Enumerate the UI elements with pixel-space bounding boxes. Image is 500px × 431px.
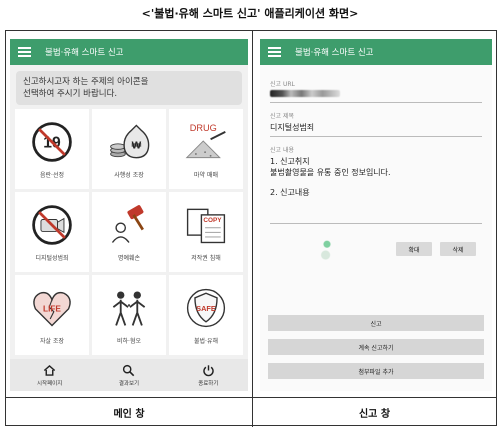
nav-label: 시작페이지 — [37, 380, 63, 387]
url-label: 신고 URL — [270, 81, 295, 88]
category-label: 자살 조장 — [40, 338, 64, 345]
menu-icon[interactable] — [268, 47, 281, 57]
content-label: 신고 내용 — [270, 147, 294, 154]
row-divider — [6, 397, 496, 398]
url-field[interactable] — [270, 88, 482, 103]
category-defamation[interactable]: 명예훼손 — [92, 192, 166, 272]
column-divider — [252, 31, 253, 427]
report-screen: 불법·유해 스마트 신고 신고 URL 신고 제목 디지털성범죄 신고 내용 1… — [260, 39, 492, 391]
menu-icon[interactable] — [18, 47, 31, 57]
content-field[interactable]: 1. 신고취지 불법촬영물을 유통 중인 정보입니다. 2. 신고내용 — [270, 154, 482, 224]
svg-text:₩: ₩ — [132, 140, 142, 151]
category-grid: 19 음란·선정 ₩ 사행성 조장 DRUG — [15, 109, 243, 355]
nav-exit[interactable]: 종료하기 — [169, 359, 248, 391]
no-19-icon: 19 — [32, 122, 72, 162]
zoom-button[interactable]: 확대 — [396, 242, 432, 256]
app-title: 불법·유해 스마트 신고 — [45, 48, 124, 58]
category-label: 사행성 조장 — [114, 172, 144, 179]
main-screen: 불법·유해 스마트 신고 신고하시고자 하는 주제의 아이콘을 선택하여 주시기 … — [10, 39, 248, 391]
category-label: 비하·혐오 — [117, 338, 141, 345]
attachment-thumbnail[interactable] — [320, 237, 334, 261]
category-illegal-harmful[interactable]: SAFE 불법·유해 — [169, 275, 243, 355]
category-drug[interactable]: DRUG 마약 매매 — [169, 109, 243, 189]
category-label: 명예훼손 — [117, 255, 141, 262]
delete-button[interactable]: 삭제 — [440, 242, 476, 256]
add-attachment-button[interactable]: 첨부파일 추가 — [268, 363, 484, 379]
money-bag-icon: ₩ — [110, 124, 150, 159]
home-icon — [43, 364, 56, 376]
nav-label: 종료하기 — [198, 380, 219, 387]
search-icon — [123, 364, 135, 376]
instruction-notice: 신고하시고자 하는 주제의 아이콘을 선택하여 주시기 바랍니다. — [16, 71, 242, 105]
page-caption: <'불법·유해 스마트 신고' 애플리케이션 화면> — [141, 7, 359, 20]
category-suicide[interactable]: LIFE 자살 조장 — [15, 275, 89, 355]
svg-text:COPY: COPY — [203, 217, 222, 224]
svg-text:SAFE: SAFE — [196, 304, 216, 313]
content-line: 불법촬영물을 유통 중인 정보입니다. — [270, 168, 391, 177]
attachment-row: 확대 삭제 — [270, 234, 482, 264]
main-app-bar: 불법·유해 스마트 신고 — [10, 39, 248, 65]
nav-results[interactable]: 결과보기 — [89, 359, 168, 391]
defamation-icon — [111, 205, 144, 243]
category-label: 저작권 침해 — [191, 255, 221, 262]
continue-report-button[interactable]: 계속 신고하기 — [268, 339, 484, 355]
content-line: 1. 신고취지 — [270, 157, 310, 166]
life-heart-icon: LIFE — [33, 291, 71, 327]
report-screen-label: 신고 창 — [358, 408, 391, 420]
safe-shield-icon: SAFE — [186, 288, 226, 328]
copy-icon: COPY — [186, 208, 226, 244]
svg-text:DRUG: DRUG — [190, 123, 217, 133]
category-label: 디지털성범죄 — [35, 255, 69, 262]
category-label: 불법·유해 — [194, 338, 218, 345]
category-digital-sex-crime[interactable]: 디지털성범죄 — [15, 192, 89, 272]
app-title: 불법·유해 스마트 신고 — [295, 48, 374, 58]
report-app-bar: 불법·유해 스마트 신고 — [260, 39, 492, 65]
category-hate[interactable]: 비하·혐오 — [92, 275, 166, 355]
main-screen-label: 메인 창 — [113, 408, 145, 420]
svg-text:LIFE: LIFE — [43, 305, 61, 314]
nav-home[interactable]: 시작페이지 — [10, 359, 89, 391]
blurred-url — [270, 90, 340, 97]
content-line: 2. 신고내용 — [270, 188, 310, 197]
subject-label: 신고 제목 — [270, 113, 294, 120]
bottom-navigation: 시작페이지 결과보기 종료하기 — [10, 359, 248, 391]
nav-label: 결과보기 — [118, 380, 140, 387]
category-copyright[interactable]: COPY 저작권 침해 — [169, 192, 243, 272]
subject-field[interactable]: 디지털성범죄 — [270, 120, 482, 137]
drug-icon: DRUG — [185, 123, 226, 159]
no-camera-icon — [32, 205, 72, 245]
report-button[interactable]: 신고 — [268, 315, 484, 331]
category-gambling[interactable]: ₩ 사행성 조장 — [92, 109, 166, 189]
category-label: 음란·선정 — [40, 172, 64, 179]
category-obscene[interactable]: 19 음란·선정 — [15, 109, 89, 189]
hate-people-icon — [112, 291, 146, 326]
comparison-table: 불법·유해 스마트 신고 신고하시고자 하는 주제의 아이콘을 선택하여 주시기 … — [5, 30, 497, 427]
report-form: 신고 URL 신고 제목 디지털성범죄 신고 내용 1. 신고취지 불법촬영물을… — [260, 65, 492, 264]
category-label: 마약 매매 — [194, 172, 218, 179]
power-icon — [203, 364, 214, 376]
